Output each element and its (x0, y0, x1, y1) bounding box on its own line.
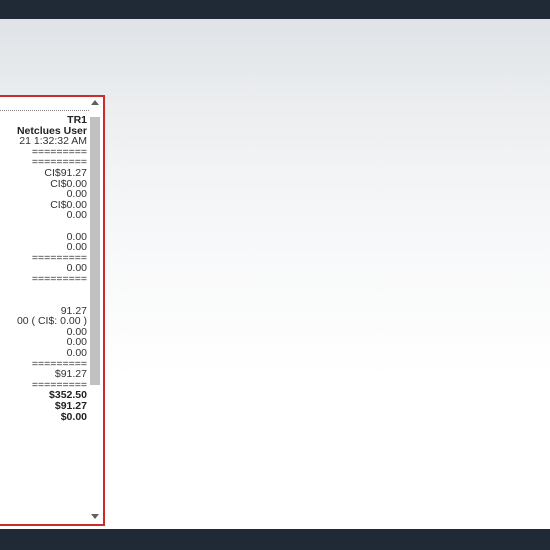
workspace-background: TR1 Netclues User 21 1:32:32 AM ========= ==… (0, 19, 550, 529)
receipt-line (0, 285, 89, 296)
receipt-line: $0.00 (60, 410, 87, 423)
scrollbar-thumb[interactable] (90, 117, 100, 385)
receipt-line: ========= (31, 272, 87, 285)
receipt-line: CI$91.27 (44, 166, 87, 179)
receipt-line (0, 221, 89, 232)
receipt-panel: TR1 Netclues User 21 1:32:32 AM ========= ==… (0, 95, 105, 526)
chevron-down-icon[interactable] (91, 514, 99, 519)
receipt-divider (0, 101, 89, 111)
receipt-line: 0.00 (66, 209, 87, 222)
chevron-up-icon[interactable] (91, 100, 99, 105)
receipt-scrollbar[interactable] (89, 97, 103, 524)
bottom-frame-bar (0, 529, 550, 550)
receipt-lines: TR1 Netclues User 21 1:32:32 AM ========= ==… (0, 101, 89, 422)
receipt-scroll-area[interactable]: TR1 Netclues User 21 1:32:32 AM ========= ==… (0, 97, 89, 524)
receipt-line: TR1 (67, 114, 87, 126)
top-frame-bar (0, 0, 550, 19)
